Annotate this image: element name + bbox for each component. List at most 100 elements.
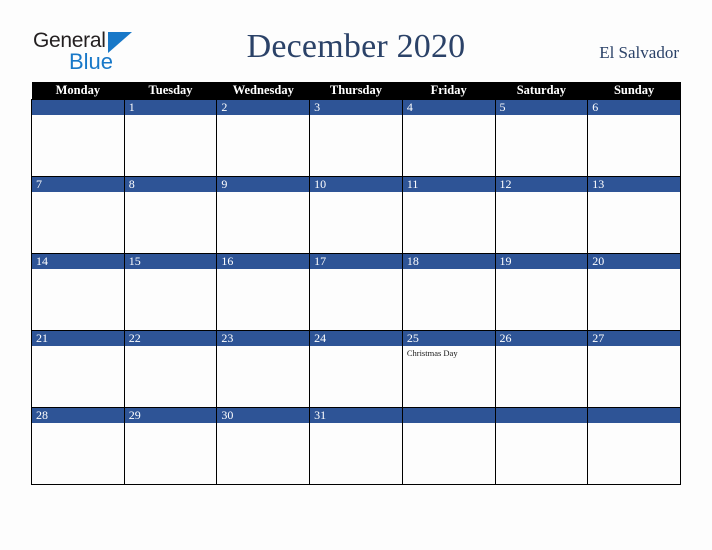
calendar-day-cell[interactable]: 24 (309, 330, 403, 408)
calendar-day-cell[interactable]: 1 (123, 99, 218, 177)
day-events (588, 192, 680, 194)
calendar-day-cell[interactable]: 17 (309, 253, 403, 331)
day-events (403, 423, 495, 425)
day-cell-inner: 31 (310, 408, 402, 484)
day-events (125, 192, 217, 194)
day-number: 25 (402, 331, 495, 346)
day-number: 7 (32, 177, 124, 192)
calendar-day-cell[interactable]: 20 (587, 253, 681, 331)
day-events (217, 192, 309, 194)
calendar-empty-cell (494, 407, 589, 485)
day-cell-inner: 15 (124, 254, 217, 330)
day-cell-inner: 28 (32, 408, 124, 484)
day-cell-inner: 14 (32, 254, 124, 330)
day-cell-inner: 6 (588, 100, 680, 176)
calendar-day-cell[interactable]: 29 (123, 407, 218, 485)
day-events (403, 269, 495, 271)
calendar-day-cell[interactable]: 12 (494, 176, 589, 254)
calendar-day-cell[interactable]: 14 (31, 253, 125, 331)
day-number: 19 (495, 254, 588, 269)
day-cell-inner: 10 (310, 177, 402, 253)
calendar-day-cell[interactable]: 4 (401, 99, 496, 177)
calendar-day-cell[interactable]: 22 (123, 330, 218, 408)
calendar-day-cell[interactable]: 5 (494, 99, 589, 177)
calendar-day-cell[interactable]: 11 (401, 176, 496, 254)
calendar-day-cell[interactable]: 31 (309, 407, 403, 485)
calendar-day-cell[interactable]: 25 Christmas Day (401, 330, 496, 408)
day-events (588, 423, 680, 425)
day-cell-inner: 3 (310, 100, 402, 176)
day-cell-inner: 18 (402, 254, 495, 330)
day-events (496, 269, 588, 271)
day-cell-inner: 25 Christmas Day (402, 331, 495, 407)
day-number: 28 (32, 408, 124, 423)
day-events (310, 115, 402, 117)
day-events (310, 423, 402, 425)
day-events (496, 192, 588, 194)
day-number: 11 (402, 177, 495, 192)
calendar-day-cell[interactable]: 26 (494, 330, 589, 408)
calendar-day-cell[interactable]: 7 (31, 176, 125, 254)
calendar-week-row: 28 29 30 31 (31, 407, 681, 485)
weekday-header-monday: Monday (31, 82, 125, 100)
calendar-day-cell[interactable]: 27 (587, 330, 681, 408)
calendar-day-cell[interactable]: 3 (309, 99, 403, 177)
day-events (496, 423, 588, 425)
day-number: 26 (495, 331, 588, 346)
calendar-day-cell[interactable]: 13 (587, 176, 681, 254)
calendar-day-cell[interactable]: 2 (216, 99, 311, 177)
calendar-day-cell[interactable]: 19 (494, 253, 589, 331)
day-number: 24 (310, 331, 402, 346)
day-cell-inner: 5 (495, 100, 588, 176)
weekday-header-sunday: Sunday (587, 82, 681, 100)
day-number: 17 (310, 254, 402, 269)
day-cell-inner: 30 (217, 408, 310, 484)
day-number: 8 (124, 177, 217, 192)
weekday-header-tuesday: Tuesday (124, 82, 217, 100)
day-cell-inner: 27 (588, 331, 680, 407)
calendar-day-cell[interactable]: 30 (216, 407, 311, 485)
day-events (588, 269, 680, 271)
day-cell-inner: 17 (310, 254, 402, 330)
day-cell-inner: 8 (124, 177, 217, 253)
day-number (32, 100, 124, 115)
day-cell-inner (32, 100, 124, 176)
calendar-day-cell[interactable]: 23 (216, 330, 311, 408)
day-events (310, 269, 402, 271)
day-number: 10 (310, 177, 402, 192)
calendar-day-cell[interactable]: 6 (587, 99, 681, 177)
weekday-header-thursday: Thursday (309, 82, 403, 100)
day-events (310, 192, 402, 194)
day-number: 2 (217, 100, 310, 115)
calendar-week-row: 21 22 23 24 25 Christmas Day 26 27 (31, 330, 681, 408)
calendar-day-cell[interactable]: 28 (31, 407, 125, 485)
day-events (32, 269, 124, 271)
day-number: 3 (310, 100, 402, 115)
weekday-header-wednesday: Wednesday (216, 82, 310, 100)
day-cell-inner: 7 (32, 177, 124, 253)
day-cell-inner (495, 408, 588, 484)
calendar-day-cell[interactable]: 16 (216, 253, 311, 331)
day-events (32, 346, 124, 348)
day-number: 6 (588, 100, 680, 115)
day-cell-inner (588, 408, 680, 484)
calendar-day-cell[interactable]: 8 (123, 176, 218, 254)
calendar-day-cell[interactable]: 9 (216, 176, 311, 254)
day-events (310, 346, 402, 348)
day-number: 23 (217, 331, 310, 346)
day-events (217, 269, 309, 271)
day-events (496, 346, 588, 348)
calendar-week-row: 123456 (31, 99, 681, 177)
day-cell-inner: 22 (124, 331, 217, 407)
day-number (495, 408, 588, 423)
calendar-day-cell[interactable]: 21 (31, 330, 125, 408)
day-number: 14 (32, 254, 124, 269)
day-events (403, 192, 495, 194)
day-number: 27 (588, 331, 680, 346)
calendar-day-cell[interactable]: 18 (401, 253, 496, 331)
weekday-header-row: Monday Tuesday Wednesday Thursday Friday… (31, 82, 681, 100)
calendar-day-cell[interactable]: 15 (123, 253, 218, 331)
page-header: General Blue December 2020 El Salvador (0, 0, 712, 80)
day-number: 1 (124, 100, 217, 115)
calendar-day-cell[interactable]: 10 (309, 176, 403, 254)
